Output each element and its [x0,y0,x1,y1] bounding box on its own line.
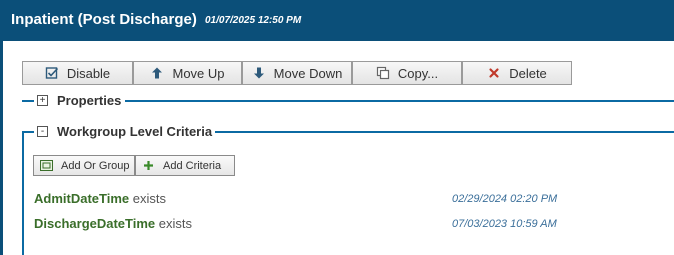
page-header: Inpatient (Post Discharge) 01/07/2025 12… [0,0,674,41]
checkbox-icon [45,66,59,80]
criteria-collapse-toggle[interactable]: - [37,126,48,137]
delete-button[interactable]: Delete [462,61,572,85]
arrow-up-icon [150,66,164,80]
add-or-group-button[interactable]: Add Or Group [33,155,135,176]
move-up-label: Move Up [172,65,225,81]
page-title: Inpatient (Post Discharge) [11,11,197,28]
properties-rule-left [22,100,34,102]
add-or-group-label: Add Or Group [61,159,130,172]
properties-rule-right [125,100,674,102]
criteria-operator: exists [132,191,166,206]
delete-label: Delete [509,65,547,81]
criteria-field-link[interactable]: DischargeDateTime [34,216,155,231]
criteria-row: DischargeDateTime exists [34,216,192,231]
disable-label: Disable [66,65,111,81]
plus-icon [142,159,155,172]
delete-x-icon [487,66,501,80]
criteria-row: AdmitDateTime exists [34,191,166,206]
move-up-button[interactable]: Move Up [133,61,242,85]
criteria-date: 07/03/2023 10:59 AM [452,218,557,230]
copy-button[interactable]: Copy... [352,61,462,85]
arrow-down-icon [252,66,266,80]
properties-section-label: Properties [57,93,122,108]
left-border [0,41,3,255]
group-icon [40,159,53,172]
move-down-label: Move Down [273,65,343,81]
add-criteria-button[interactable]: Add Criteria [135,155,235,176]
header-timestamp: 01/07/2025 12:50 PM [205,15,302,26]
criteria-operator: exists [158,216,193,231]
criteria-date: 02/29/2024 02:20 PM [452,193,558,205]
move-down-button[interactable]: Move Down [242,61,352,85]
criteria-rule-right [215,131,674,133]
properties-expand-toggle[interactable]: + [37,95,48,106]
copy-label: Copy... [397,65,439,81]
criteria-border-left [22,131,24,255]
disable-button[interactable]: Disable [22,61,133,85]
add-criteria-label: Add Criteria [163,159,222,172]
criteria-field-link[interactable]: AdmitDateTime [34,191,129,206]
copy-icon [376,66,390,80]
criteria-section-label: Workgroup Level Criteria [57,124,213,139]
criteria-rule-left [24,131,34,133]
